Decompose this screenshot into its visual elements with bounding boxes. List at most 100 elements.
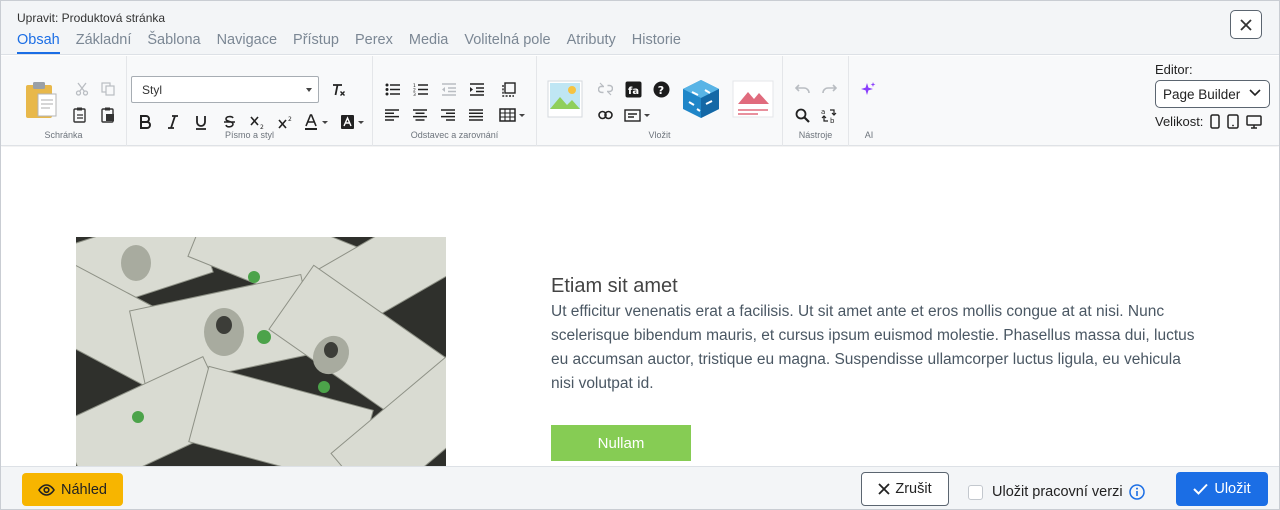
align-right-icon (441, 109, 455, 121)
block-icon (501, 81, 516, 97)
link-button[interactable] (594, 104, 616, 126)
cancel-button[interactable]: Zrušit (861, 472, 949, 506)
table-button[interactable] (498, 104, 528, 126)
text-color-button[interactable] (303, 111, 331, 133)
content-image[interactable] (76, 237, 446, 466)
desktop-size-button[interactable] (1246, 114, 1263, 129)
save-draft-checkbox[interactable] (968, 484, 983, 500)
background-color-button[interactable] (339, 111, 367, 133)
unlink-icon (597, 82, 613, 96)
editor-settings: Editor: Page Builder Velikost: (1155, 62, 1275, 129)
copy-button[interactable] (97, 78, 119, 100)
bold-button[interactable] (134, 111, 156, 133)
toolbar-group-clipboard: Schránka (1, 56, 127, 146)
unlink-button[interactable] (594, 78, 616, 100)
tab-historie[interactable]: Historie (632, 32, 681, 54)
sparkles-icon (861, 82, 876, 95)
superscript-button[interactable]: 2 (274, 111, 296, 133)
caret-down-icon (306, 88, 312, 92)
paste-text-button[interactable] (69, 104, 91, 126)
content-paragraph[interactable]: Ut efficitur venenatis erat a facilisis.… (551, 300, 1201, 396)
justify-button[interactable] (465, 104, 487, 126)
svg-text:2: 2 (260, 124, 264, 130)
editor-type-select[interactable]: Page Builder (1155, 80, 1270, 108)
tab-pristup[interactable]: Přístup (293, 32, 339, 54)
save-draft-label[interactable]: Uložit pracovní verzi (992, 484, 1123, 500)
block-button[interactable] (498, 78, 520, 100)
tab-navigace[interactable]: Navigace (217, 32, 277, 54)
paste-word-button[interactable] (97, 104, 119, 126)
undo-button[interactable] (791, 78, 813, 100)
help-button[interactable]: ? (650, 78, 672, 100)
underline-button[interactable] (190, 111, 212, 133)
save-button[interactable]: Uložit (1176, 472, 1268, 506)
tab-sablona[interactable]: Šablona (147, 32, 200, 54)
tab-obsah[interactable]: Obsah (17, 32, 60, 54)
align-right-button[interactable] (437, 104, 459, 126)
toolbar-group-paragraph: Odstavec a zarovnání (373, 56, 537, 146)
strikethrough-button[interactable] (218, 111, 240, 133)
find-button[interactable] (791, 104, 813, 126)
edit-page-dialog: Upravit: Produktová stránka Obsah Základ… (0, 0, 1280, 510)
indent-button[interactable] (465, 78, 487, 100)
clear-format-button[interactable] (328, 79, 350, 101)
outdent-button[interactable] (437, 78, 459, 100)
bulleted-list-button[interactable] (381, 78, 403, 100)
save-draft-option: Uložit pracovní verzi (968, 484, 1145, 500)
insert-group-label: Vložit (648, 130, 671, 140)
chevron-down-icon (1249, 89, 1261, 97)
subscript-icon: 2 (249, 115, 264, 130)
cut-button[interactable] (71, 78, 93, 100)
numbered-list-button[interactable]: 123 (409, 78, 431, 100)
insert-image-button[interactable] (547, 80, 583, 118)
insert-component-button[interactable] (679, 77, 723, 121)
phone-size-button[interactable] (1210, 114, 1221, 129)
cancel-label: Zrušit (895, 481, 932, 497)
tab-atributy[interactable]: Atributy (567, 32, 616, 54)
cta-button[interactable]: Nullam (551, 425, 691, 461)
italic-button[interactable] (162, 111, 184, 133)
tab-perex[interactable]: Perex (355, 32, 393, 54)
editor-label: Editor: (1155, 62, 1193, 77)
content-heading[interactable]: Etiam sit amet (551, 275, 678, 298)
paragraph-group-label: Odstavec a zarovnání (410, 130, 499, 140)
phone-icon (1210, 114, 1221, 129)
italic-icon (168, 115, 178, 129)
size-label: Velikost: (1155, 114, 1204, 129)
preview-label: Náhled (61, 481, 107, 498)
save-label: Uložit (1214, 481, 1251, 497)
underline-icon (196, 115, 206, 130)
subscript-button[interactable]: 2 (246, 111, 268, 133)
svg-text:fa: fa (628, 86, 639, 97)
replace-button[interactable]: ab (818, 104, 840, 126)
align-center-icon (413, 109, 427, 121)
replace-icon: ab (821, 108, 836, 124)
preview-button[interactable]: Náhled (22, 473, 123, 506)
info-icon[interactable] (1128, 484, 1145, 500)
tablet-size-button[interactable] (1227, 114, 1240, 129)
money-photo (76, 237, 446, 466)
tab-media[interactable]: Media (409, 32, 449, 54)
outdent-icon (441, 82, 456, 96)
align-left-button[interactable] (381, 104, 403, 126)
redo-button[interactable] (818, 78, 840, 100)
tab-volitelna-pole[interactable]: Volitelná pole (464, 32, 550, 54)
ai-group-label: AI (864, 130, 874, 140)
redo-icon (821, 84, 837, 94)
copy-icon (101, 82, 115, 96)
paste-button[interactable] (23, 80, 61, 120)
tab-zakladni[interactable]: Základní (76, 32, 132, 54)
close-button[interactable] (1230, 10, 1262, 39)
scissors-icon (75, 82, 89, 96)
style-dropdown[interactable]: Styl (131, 76, 319, 103)
form-field-button[interactable] (623, 104, 653, 126)
insert-gallery-button[interactable] (732, 80, 774, 118)
svg-text:3: 3 (413, 92, 416, 96)
check-icon (1193, 483, 1209, 495)
font-awesome-icon: fa (625, 81, 641, 97)
font-awesome-button[interactable]: fa (622, 78, 644, 100)
page-builder-canvas[interactable]: Etiam sit amet Ut efficitur venenatis er… (1, 147, 1279, 466)
align-center-button[interactable] (409, 104, 431, 126)
ai-assistant-button[interactable] (857, 78, 879, 100)
desktop-icon (1246, 114, 1263, 129)
